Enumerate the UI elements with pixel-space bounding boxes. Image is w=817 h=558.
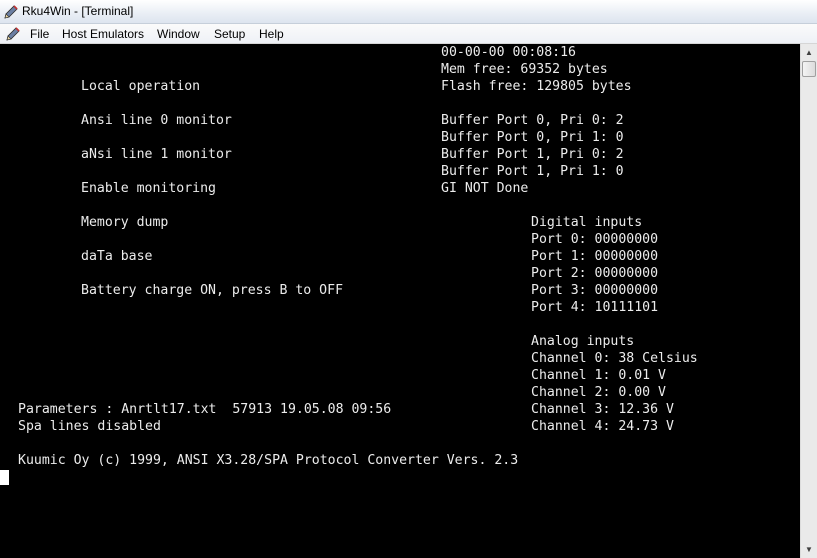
option-enable-monitoring: Enable monitoring (81, 181, 216, 196)
analog-input-channel: Channel 0: 38 Celsius (531, 351, 698, 366)
status-buffer-line: Buffer Port 0, Pri 1: 0 (441, 130, 624, 145)
option-ansi-line-0-monitor: Ansi line 0 monitor (81, 113, 232, 128)
terminal-screen[interactable]: Local operation Ansi line 0 monitor aNsi… (0, 44, 800, 558)
option-ansi-line-1-monitor: aNsi line 1 monitor (81, 147, 232, 162)
menu-bar: File Host Emulators Window Setup Help (0, 24, 817, 44)
text-cursor (0, 470, 9, 485)
option-battery-charge: Battery charge ON, press B to OFF (81, 283, 344, 298)
menu-help[interactable]: Help (259, 27, 284, 41)
analog-input-channel: Channel 4: 24.73 V (531, 419, 674, 434)
status-buffer-line: Buffer Port 0, Pri 0: 2 (441, 113, 624, 128)
option-local-operation: Local operation (81, 79, 201, 94)
spa-lines-status: Spa lines disabled (18, 419, 161, 434)
app-window: Rku4Win - [Terminal] File Host Emulators… (0, 0, 817, 558)
analog-input-channel: Channel 1: 0.01 V (531, 368, 666, 383)
scrollbar-thumb[interactable] (802, 61, 816, 77)
menu-host-emulators[interactable]: Host Emulators (62, 27, 144, 41)
status-flash-free: Flash free: 129805 bytes (441, 79, 632, 94)
digital-input-port: Port 2: 00000000 (531, 266, 659, 281)
status-mem-free: Mem free: 69352 bytes (441, 62, 608, 77)
pen-icon (4, 5, 18, 19)
status-gi: GI NOT Done (441, 181, 529, 196)
menu-window[interactable]: Window (157, 27, 200, 41)
pen-icon[interactable] (5, 26, 21, 42)
digital-input-port: Port 4: 10111101 (531, 300, 659, 315)
title-bar: Rku4Win - [Terminal] (0, 0, 817, 24)
status-datetime: 00-00-00 00:08:16 (441, 45, 576, 60)
digital-input-port: Port 1: 00000000 (531, 249, 659, 264)
digital-inputs-title: Digital inputs (531, 215, 643, 230)
scroll-down-arrow-icon[interactable]: ▼ (801, 541, 817, 558)
status-buffer-line: Buffer Port 1, Pri 0: 2 (441, 147, 624, 162)
digital-input-port: Port 0: 00000000 (531, 232, 659, 247)
digital-input-port: Port 3: 00000000 (531, 283, 659, 298)
copyright-line: Kuumic Oy (c) 1999, ANSI X3.28/SPA Proto… (18, 453, 519, 468)
analog-inputs-title: Analog inputs (531, 334, 635, 349)
window-title: Rku4Win - [Terminal] (22, 4, 134, 18)
scroll-up-arrow-icon[interactable]: ▲ (801, 44, 817, 61)
status-buffer-line: Buffer Port 1, Pri 1: 0 (441, 164, 624, 179)
parameters-line: Parameters : Anrtlt17.txt 57913 19.05.08… (18, 402, 392, 417)
vertical-scrollbar[interactable]: ▲ ▼ (800, 44, 817, 558)
menu-setup[interactable]: Setup (214, 27, 245, 41)
option-memory-dump: Memory dump (81, 215, 169, 230)
analog-input-channel: Channel 2: 0.00 V (531, 385, 666, 400)
analog-input-channel: Channel 3: 12.36 V (531, 402, 674, 417)
menu-file[interactable]: File (30, 27, 49, 41)
option-data-base: daTa base (81, 249, 153, 264)
